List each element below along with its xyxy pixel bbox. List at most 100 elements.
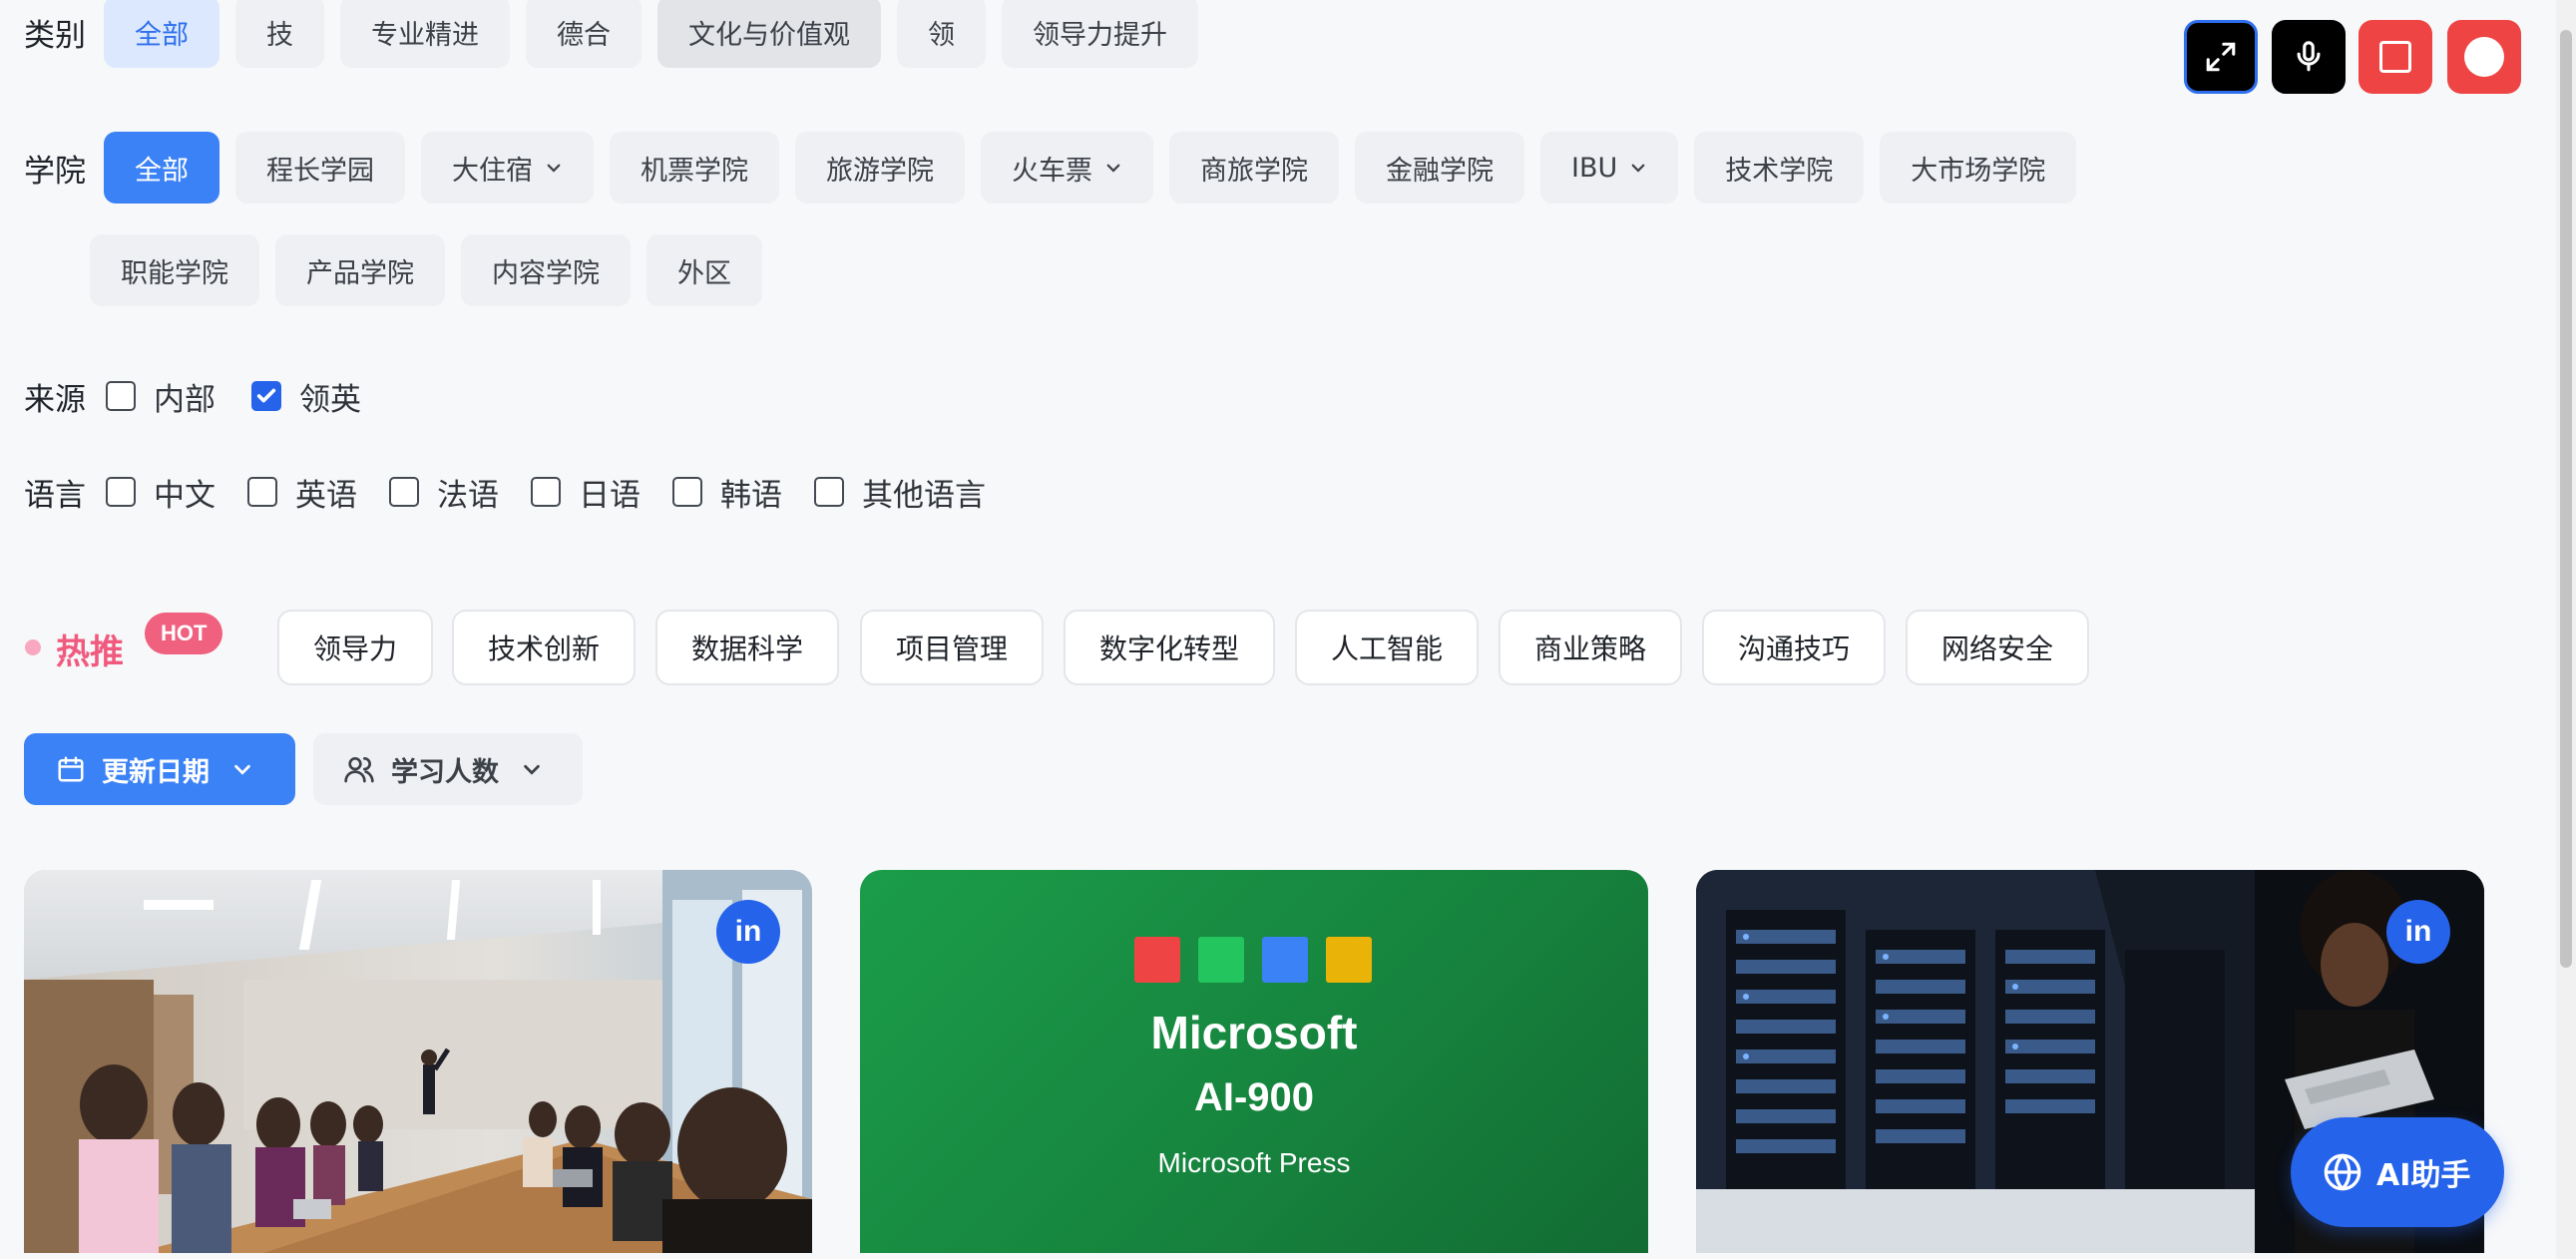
- category-chip-all[interactable]: 全部: [104, 0, 219, 68]
- scrollbar-track[interactable]: [2556, 0, 2576, 1259]
- college-chip-accommodation[interactable]: 大住宿: [421, 132, 594, 204]
- hot-badge: HOT: [145, 613, 223, 654]
- category-chip-skill[interactable]: 技: [235, 0, 324, 68]
- college-chip-all[interactable]: 全部: [104, 132, 219, 204]
- checkbox-box[interactable]: [247, 477, 277, 507]
- linkedin-badge-text: in: [734, 915, 762, 948]
- hot-tag-leadership[interactable]: 领导力: [277, 610, 434, 685]
- chevron-down-icon: [547, 164, 561, 173]
- hot-tag-digital-transformation[interactable]: 数字化转型: [1064, 610, 1276, 685]
- hot-tag-project-management[interactable]: 项目管理: [860, 610, 1045, 685]
- lang-english-checkbox[interactable]: 英语: [247, 470, 357, 515]
- chip-label: IBU: [1571, 152, 1618, 184]
- hot-tag-cybersecurity[interactable]: 网络安全: [1906, 610, 2090, 685]
- checkbox-label: 英语: [295, 477, 357, 514]
- lang-chinese-checkbox[interactable]: 中文: [106, 470, 215, 515]
- checkbox-box[interactable]: [389, 477, 419, 507]
- sort-label: 学习人数: [391, 756, 499, 788]
- category-chip-dehe[interactable]: 德合: [526, 0, 642, 68]
- college-chip-function[interactable]: 职能学院: [90, 234, 259, 306]
- college-chip-chengzhang[interactable]: 程长学园: [235, 132, 405, 204]
- hot-tag-data-science[interactable]: 数据科学: [655, 610, 840, 685]
- college-chip-finance[interactable]: 金融学院: [1355, 132, 1524, 204]
- record-dot-icon: [2464, 37, 2504, 77]
- fullscreen-button[interactable]: [2184, 20, 2258, 94]
- category-filter: 类别 全部 技 专业精进 德合 文化与价值观 领 领导力提升: [24, 0, 1198, 68]
- stop-square-icon: [2379, 41, 2411, 73]
- college-chip-train[interactable]: 火车票: [981, 132, 1153, 204]
- college-chip-outer[interactable]: 外区: [646, 234, 762, 306]
- chip-label: 大住宿: [452, 155, 533, 187]
- chevron-down-icon: [1106, 164, 1120, 173]
- source-internal-checkbox[interactable]: 内部: [106, 374, 215, 419]
- chevron-down-icon: [524, 764, 540, 775]
- hot-tag-tech-innovation[interactable]: 技术创新: [452, 610, 637, 685]
- language-filter: 语言 中文 英语 法语 日语 韩语 其他语言: [24, 470, 986, 515]
- hot-tag-communication[interactable]: 沟通技巧: [1702, 610, 1887, 685]
- sort-update-date-button[interactable]: 更新日期: [24, 733, 295, 805]
- users-icon: [344, 757, 374, 783]
- checkbox-box[interactable]: [251, 381, 281, 411]
- checkbox-box[interactable]: [814, 477, 844, 507]
- checkbox-label: 日语: [579, 477, 641, 514]
- sort-label: 更新日期: [102, 756, 210, 788]
- sort-learners-button[interactable]: 学习人数: [313, 733, 583, 805]
- card-brand: Microsoft: [1150, 1007, 1358, 1058]
- college-chip-content[interactable]: 内容学院: [461, 234, 631, 306]
- logo-square-yellow: [1326, 937, 1372, 983]
- checkbox-label: 法语: [437, 477, 499, 514]
- checkbox-label: 领英: [299, 381, 361, 418]
- course-card-meeting[interactable]: in: [24, 870, 812, 1253]
- college-chip-product[interactable]: 产品学院: [275, 234, 445, 306]
- college-label: 学院: [24, 153, 86, 190]
- checkbox-label: 中文: [154, 477, 215, 514]
- hot-label: 热推: [56, 632, 124, 672]
- checkbox-box[interactable]: [106, 477, 136, 507]
- checkbox-label: 其他语言: [862, 477, 986, 514]
- hot-tag-business-strategy[interactable]: 商业策略: [1499, 610, 1683, 685]
- ai-assistant-label: AI助手: [2376, 1158, 2471, 1193]
- category-chip-professional[interactable]: 专业精进: [340, 0, 510, 68]
- calendar-icon: [58, 756, 84, 782]
- logo-square-blue: [1262, 937, 1308, 983]
- lang-other-checkbox[interactable]: 其他语言: [814, 470, 986, 515]
- college-filter: 学院 全部 程长学园 大住宿 机票学院 旅游学院 火车票 商旅学院 金融学院 I…: [24, 132, 2077, 204]
- checkbox-box[interactable]: [106, 381, 136, 411]
- logo-square-red: [1134, 937, 1180, 983]
- lang-korean-checkbox[interactable]: 韩语: [672, 470, 782, 515]
- linkedin-badge: in: [716, 900, 780, 964]
- language-label: 语言: [24, 477, 86, 514]
- college-chip-tech[interactable]: 技术学院: [1694, 132, 1865, 204]
- globe-icon: [2324, 1153, 2361, 1191]
- chip-label: 火车票: [1012, 155, 1092, 187]
- source-filter: 来源 内部 领英: [24, 374, 361, 419]
- category-chip-culture[interactable]: 文化与价值观: [657, 0, 881, 68]
- college-chip-flight[interactable]: 机票学院: [610, 132, 779, 204]
- college-chip-business-travel[interactable]: 商旅学院: [1169, 132, 1339, 204]
- checkbox-box[interactable]: [531, 477, 561, 507]
- microsoft-logo: [1134, 937, 1372, 983]
- source-linkedin-checkbox[interactable]: 领英: [251, 374, 361, 419]
- lang-japanese-checkbox[interactable]: 日语: [531, 470, 641, 515]
- expand-icon: [2206, 42, 2236, 72]
- lang-french-checkbox[interactable]: 法语: [389, 470, 499, 515]
- hot-dot: [25, 639, 41, 655]
- category-chip-lead[interactable]: 领: [897, 0, 986, 68]
- checkbox-label: 内部: [154, 381, 215, 418]
- microphone-button[interactable]: [2272, 20, 2346, 94]
- hot-tag-ai[interactable]: 人工智能: [1295, 610, 1480, 685]
- stop-button[interactable]: [2359, 20, 2432, 94]
- checkbox-box[interactable]: [672, 477, 702, 507]
- college-chip-travel[interactable]: 旅游学院: [795, 132, 965, 204]
- record-button[interactable]: [2447, 20, 2521, 94]
- category-label: 类别: [24, 17, 86, 54]
- course-card-ai-900[interactable]: Microsoft AI-900 Microsoft Press: [860, 870, 1648, 1253]
- microphone-icon: [2297, 41, 2321, 72]
- chevron-down-icon: [1631, 164, 1645, 173]
- card-course-code: AI-900: [1193, 1075, 1315, 1119]
- college-chip-marketing[interactable]: 大市场学院: [1880, 132, 2077, 204]
- category-chip-leadership[interactable]: 领导力提升: [1002, 0, 1198, 68]
- ai-assistant-button[interactable]: AI助手: [2291, 1117, 2504, 1227]
- college-chip-ibu[interactable]: IBU: [1540, 132, 1679, 204]
- scrollbar-thumb[interactable]: [2560, 30, 2572, 968]
